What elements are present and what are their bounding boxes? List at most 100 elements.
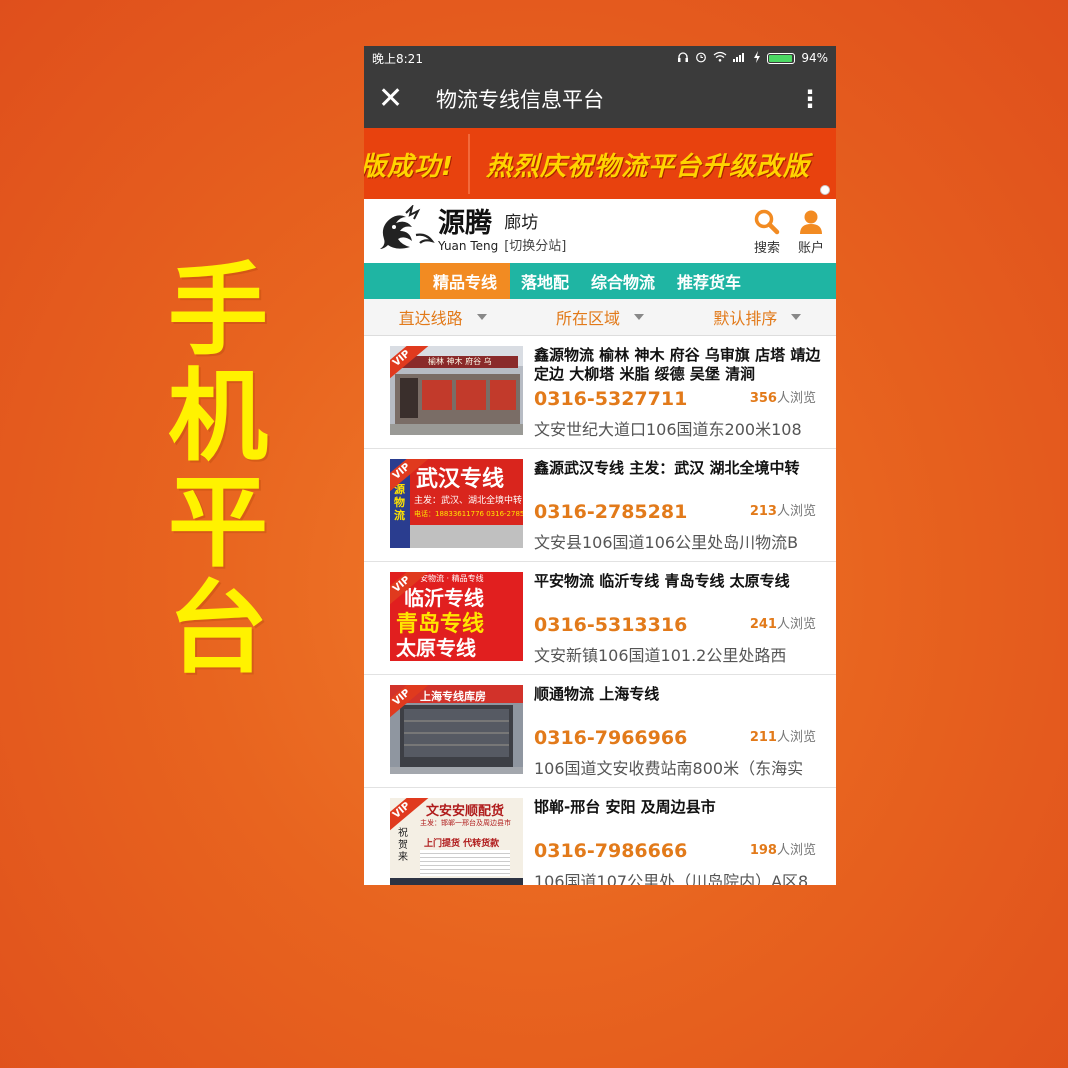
- listing-thumbnail: 榆林 神木 府谷 乌 VIP: [390, 346, 523, 435]
- status-icons: 94%: [677, 50, 828, 66]
- views-suffix: 人浏览: [776, 391, 816, 406]
- thumb-side-text: 源物流: [394, 483, 405, 522]
- listing-thumbnail: 文安安顺配货 主发：邯郸一邢台及周边县市 上门提货 代转货款 祝贺来 VIP: [390, 798, 523, 885]
- phone-screenshot: 晚上8:21 94% ✕ 物流专线信息平台 ⋮ 版成功! 热烈庆祝物流平台升级改…: [364, 46, 836, 885]
- alarm-icon: [695, 51, 707, 66]
- list-item[interactable]: 榆林 神木 府谷 乌 VIP 鑫源物流 榆林 神木 府谷 乌审旗 店塔 靖边 定…: [364, 336, 836, 449]
- filter-label: 所在区域: [555, 309, 620, 328]
- promo-char: 平: [168, 464, 268, 581]
- promo-banner[interactable]: 版成功! 热烈庆祝物流平台升级改版: [364, 128, 836, 199]
- account-button[interactable]: 账户: [798, 207, 824, 256]
- category-tabs: 精品专线 落地配 综合物流 推荐货车: [364, 263, 836, 299]
- listing-info: 顺通物流 上海专线 0316-7966966 211人浏览 106国道文安收费站…: [534, 685, 824, 785]
- status-time: 晚上8:21: [372, 51, 423, 66]
- filter-label: 直达线路: [398, 309, 463, 328]
- tab-last-mile[interactable]: 落地配: [510, 263, 580, 299]
- caret-down-icon: [476, 314, 487, 320]
- logo[interactable]: 源腾 Yuan Teng: [376, 205, 498, 257]
- list-item[interactable]: 平安物流 · 精品专线 临沂专线 青岛专线 太原专线 VIP 平安物流 临沂专线…: [364, 562, 836, 675]
- views-count: 241: [749, 617, 777, 632]
- listing-title: 鑫源物流 榆林 神木 府谷 乌审旗 店塔 靖边 定边 大柳塔 米脂 绥德 吴堡 …: [534, 346, 821, 383]
- battery-fill: [769, 54, 792, 62]
- listing-phone[interactable]: 0316-2785281: [534, 501, 687, 523]
- promo-char: 手: [168, 252, 268, 369]
- tab-recommended-trucks[interactable]: 推荐货车: [666, 263, 752, 299]
- caret-down-icon: [634, 314, 644, 320]
- views-suffix: 人浏览: [776, 730, 816, 745]
- close-icon[interactable]: ✕: [378, 84, 412, 114]
- list-item[interactable]: 上海专线库房 VIP 顺通物流 上海专线 0316-7966966 211人浏览…: [364, 675, 836, 788]
- header-actions: 搜索 账户: [754, 207, 824, 256]
- logo-text: 源腾 Yuan Teng: [438, 208, 499, 254]
- tab-premium-lines[interactable]: 精品专线: [420, 263, 510, 299]
- title-bar: ✕ 物流专线信息平台 ⋮: [364, 70, 836, 128]
- listing-address: 文安世纪大道口106国道东200米108: [534, 420, 802, 439]
- listing-list: 榆林 神木 府谷 乌 VIP 鑫源物流 榆林 神木 府谷 乌审旗 店塔 靖边 定…: [364, 336, 836, 885]
- logo-en: Yuan Teng: [438, 239, 499, 253]
- listing-address: 106国道107公里处（川岛院内）A区8: [534, 872, 809, 885]
- listing-phone[interactable]: 0316-5313316: [534, 614, 687, 636]
- promo-vertical-text: 手 机 平 台: [160, 258, 276, 682]
- listing-address: 文安新镇106国道101.2公里处路西: [534, 646, 787, 665]
- filter-region[interactable]: 所在区域: [521, 305, 678, 329]
- thumb-line-3: 太原专线: [396, 636, 476, 660]
- thumb-details-lines: [420, 850, 510, 876]
- listing-thumbnail: 源物流 武汉专线 主发：武汉、湖北全境中转 电话：18833611776 031…: [390, 459, 523, 548]
- promo-char: 机: [168, 358, 268, 475]
- listing-phone[interactable]: 0316-5327711: [534, 388, 687, 410]
- switch-site-link[interactable]: [切换分站]: [504, 235, 566, 254]
- headphones-icon: [677, 51, 689, 66]
- filter-direct-route[interactable]: 直达线路: [364, 305, 521, 329]
- status-bar: 晚上8:21 94%: [364, 46, 836, 70]
- thumb-title-text: 文安安顺配货: [426, 804, 505, 819]
- views-count: 356: [749, 391, 777, 406]
- search-icon: [754, 207, 780, 237]
- listing-thumbnail: 平安物流 · 精品专线 临沂专线 青岛专线 太原专线 VIP: [390, 572, 523, 661]
- thumb-bottom-band: [410, 525, 523, 548]
- listing-title: 邯郸-邢台 安阳 及周边县市: [534, 798, 716, 816]
- list-item[interactable]: 源物流 武汉专线 主发：武汉、湖北全境中转 电话：18833611776 031…: [364, 449, 836, 562]
- banner-divider: [468, 134, 470, 194]
- search-label: 搜索: [753, 240, 780, 256]
- thumb-sub-text: 主发：武汉、湖北全境中转: [414, 496, 523, 506]
- caret-down-icon: [791, 314, 802, 320]
- signal-icon: [733, 51, 747, 65]
- views-suffix: 人浏览: [776, 617, 816, 632]
- views-count: 213: [749, 504, 777, 519]
- city-name: 廊坊: [504, 213, 539, 233]
- list-item[interactable]: 文安安顺配货 主发：邯郸一邢台及周边县市 上门提货 代转货款 祝贺来 VIP 邯…: [364, 788, 836, 885]
- banner-text-right: 热烈庆祝物流平台升级改版: [486, 152, 811, 182]
- filter-sort[interactable]: 默认排序: [679, 305, 836, 329]
- listing-views: 213人浏览: [750, 500, 816, 519]
- views-suffix: 人浏览: [776, 843, 816, 858]
- thumb-mid-text: 上门提货 代转货款: [424, 839, 500, 849]
- dragon-icon: [380, 205, 435, 249]
- thumb-big-text: 武汉专线: [416, 467, 505, 492]
- charging-icon: [753, 50, 761, 66]
- tab-general-logistics[interactable]: 综合物流: [580, 263, 666, 299]
- listing-views: 198人浏览: [750, 839, 816, 858]
- banner-pager-dot[interactable]: [820, 185, 830, 195]
- more-options-icon[interactable]: ⋮: [798, 85, 822, 113]
- thumb-sub-text: 主发：邯郸一邢台及周边县市: [420, 819, 511, 827]
- search-button[interactable]: 搜索: [754, 207, 780, 256]
- battery-percent: 94%: [801, 51, 828, 65]
- listing-title: 鑫源武汉专线 主发：武汉 湖北全境中转: [534, 459, 800, 477]
- city-selector: 廊坊 [切换分站]: [504, 208, 566, 254]
- listing-phone[interactable]: 0316-7986666: [534, 840, 687, 862]
- listing-title: 顺通物流 上海专线: [534, 685, 660, 703]
- thumb-side-text: 祝贺来: [398, 828, 408, 863]
- views-count: 198: [749, 843, 777, 858]
- filter-bar: 直达线路 所在区域 默认排序: [364, 299, 836, 336]
- wifi-icon: [713, 51, 727, 65]
- filter-label: 默认排序: [713, 309, 778, 328]
- user-icon: [799, 207, 823, 237]
- logo-cn: 源腾: [438, 208, 492, 239]
- listing-title: 平安物流 临沂专线 青岛专线 太原专线: [534, 572, 790, 590]
- page-title: 物流专线信息平台: [436, 88, 604, 112]
- listing-views: 241人浏览: [750, 613, 816, 632]
- battery-icon: [767, 52, 796, 64]
- thumb-phone-text: 电话：18833611776 0316-2785281: [414, 510, 523, 518]
- listing-phone[interactable]: 0316-7966966: [534, 727, 687, 749]
- listing-views: 356人浏览: [750, 387, 816, 406]
